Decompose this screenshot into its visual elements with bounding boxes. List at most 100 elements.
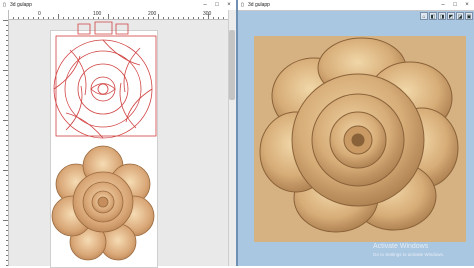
ruler-tick [6,80,8,81]
ruler-tick [18,17,19,19]
ruler-tick [143,17,144,19]
view-iso-button[interactable]: ▣ [465,12,473,20]
ruler-tick [108,14,109,19]
vector-handles [77,21,129,35]
ruler-tick [93,17,94,19]
ruler-tick [3,220,8,221]
ruler-tick [213,17,214,19]
scrollbar-thumb[interactable] [229,30,235,100]
ruler-tick [6,125,8,126]
center-core [97,83,109,95]
flower-preview-render [51,145,155,261]
document-icon: ▯ [3,2,6,8]
ruler-tick [6,195,8,196]
ruler-tick [6,205,8,206]
minimize-button[interactable]: – [200,1,210,9]
horizontal-ruler: 0 100 200 300 [8,10,228,20]
ruler-tick [6,40,8,41]
ruler-tick [48,17,49,19]
ruler-tick [103,17,104,19]
ruler-tick [3,170,8,171]
ruler-tick [6,115,8,116]
ruler-tick [73,17,74,19]
ruler-tick [6,235,8,236]
ruler-tick [3,70,8,71]
ruler-tick [6,35,8,36]
ruler-tick [6,155,8,156]
ruler-tick [6,55,8,56]
ruler-tick [28,17,29,19]
ruler-tick [203,17,204,19]
ruler-tick [43,17,44,19]
ruler-tick [6,45,8,46]
ruler-tick [118,17,119,19]
ruler-tick [6,135,8,136]
ruler-tick [138,17,139,19]
ruler-tick [3,20,8,21]
close-button[interactable]: × [224,1,234,9]
ruler-tick [68,17,69,19]
ruler-tick [58,14,59,19]
ruler-tick [6,140,8,141]
ruler-tick [13,17,14,19]
view-back-button[interactable]: ◨ [438,12,446,20]
ruler-tick [173,17,174,19]
ruler-tick [6,105,8,106]
ruler-tick [6,245,8,246]
ruler-tick [6,65,8,66]
ruler-tick [6,185,8,186]
center-outline [90,76,116,102]
ruler-tick [63,17,64,19]
view-home-button[interactable]: ⌂ [420,12,428,20]
ruler-tick [6,60,8,61]
maximize-button[interactable]: □ [450,1,460,9]
petal-curves-2 [65,47,141,131]
ruler-tick [148,17,149,19]
ruler-tick [38,17,39,19]
ruler-tick [188,17,189,19]
ruler-tick [223,17,224,19]
ruler-tick [6,215,8,216]
vector-flower-drawing[interactable] [50,20,160,145]
ruler-tick [33,17,34,19]
ruler-tick [6,190,8,191]
ruler-tick [88,17,89,19]
activate-windows-title: Activate Windows [373,243,429,250]
close-button[interactable]: × [462,1,472,9]
ruler-tick [6,90,8,91]
maximize-button[interactable]: □ [212,1,222,9]
ruler-tick [128,17,129,19]
3d-view-titlebar: ▯ 3d gulapp – □ × [238,0,474,11]
ruler-tick [53,17,54,19]
ruler-tick [6,210,8,211]
petal-curves [53,39,153,139]
3d-view-title: 3d gulapp [248,2,270,8]
ruler-tick [6,50,8,51]
ruler-tick [6,250,8,251]
ruler-tick [193,17,194,19]
3d-flower-relief[interactable] [254,36,466,242]
ruler-tick [6,160,8,161]
view-right-button[interactable]: ◪ [456,12,464,20]
ruler-tick [133,17,134,19]
design-window-title: 3d gulapp [10,2,32,8]
ruler-tick [6,180,8,181]
ruler-tick [178,17,179,19]
view-left-button[interactable]: ◩ [447,12,455,20]
ruler-tick [6,260,8,261]
minimize-button[interactable]: – [438,1,448,9]
ruler-tick [158,14,159,19]
ruler-tick [23,17,24,19]
middle-petal-outline [64,50,142,128]
document-icon: ▯ [241,2,244,8]
ruler-tick [113,17,114,19]
ruler-tick [6,30,8,31]
ruler-tick [208,14,209,19]
ruler-tick [6,130,8,131]
ruler-tick [83,17,84,19]
view-front-button[interactable]: ◧ [429,12,437,20]
ruler-tick [218,17,219,19]
ruler-tick [3,120,8,121]
ruler-tick [6,200,8,201]
ruler-tick [183,17,184,19]
